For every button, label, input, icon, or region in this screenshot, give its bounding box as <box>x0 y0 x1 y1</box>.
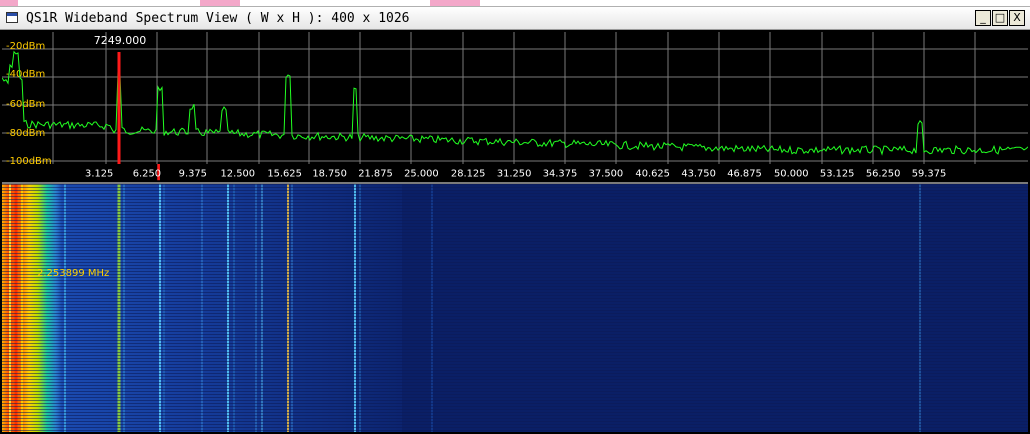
freq-label: 34.375 <box>543 169 578 180</box>
db-label: -80dBm <box>6 128 45 139</box>
freq-label: 18.750 <box>312 169 347 180</box>
freq-label: 15.625 <box>267 169 302 180</box>
db-label: -40dBm <box>6 69 45 80</box>
frequency-axis: 3.125 6.250 9.375 12.500 15.625 18.750 2… <box>2 164 1028 184</box>
waterfall-display[interactable]: 2.253899 MHz <box>2 184 1028 432</box>
minimize-button[interactable]: _ <box>975 10 991 26</box>
freq-label: 43.750 <box>681 169 716 180</box>
waterfall-noise <box>2 184 1028 432</box>
maximize-button[interactable]: □ <box>992 10 1008 26</box>
freq-label: 12.500 <box>221 169 256 180</box>
freq-label: 25.000 <box>404 169 439 180</box>
spectrum-trace <box>2 50 1028 156</box>
freq-label: 9.375 <box>179 169 207 180</box>
db-label: -20dBm <box>6 41 45 52</box>
freq-label: 46.875 <box>727 169 762 180</box>
freq-label: 21.875 <box>358 169 393 180</box>
spectrum-plot[interactable]: -20dBm -40dBm -60dBm -80dBm -100dBm 7249… <box>2 32 1028 164</box>
freq-label: 40.625 <box>635 169 670 180</box>
freq-label: 6.250 <box>133 169 161 180</box>
spectrum-trace-group <box>2 50 1028 156</box>
title-bar[interactable]: QS1R Wideband Spectrum View ( W x H ): 4… <box>0 6 1030 30</box>
freq-label: 53.125 <box>820 169 855 180</box>
spectrum-window: QS1R Wideband Spectrum View ( W x H ): 4… <box>0 0 1030 434</box>
freq-label: 59.375 <box>912 169 947 180</box>
db-label: -100dBm <box>6 156 52 164</box>
freq-label: 56.250 <box>866 169 901 180</box>
db-label: -60dBm <box>6 99 45 110</box>
freq-label: 3.125 <box>85 169 113 180</box>
freq-label: 37.500 <box>589 169 624 180</box>
waterfall-cursor-readout: 2.253899 MHz <box>37 268 109 279</box>
freq-label: 50.000 <box>774 169 809 180</box>
spectrum-grid <box>2 32 1028 164</box>
freq-label: 31.250 <box>497 169 532 180</box>
app-window-icon[interactable] <box>6 12 18 23</box>
marker-frequency-label: 7249.000 <box>94 34 147 47</box>
freq-label: 28.125 <box>451 169 486 180</box>
window-title: QS1R Wideband Spectrum View ( W x H ): 4… <box>26 11 410 26</box>
close-button[interactable]: X <box>1009 10 1025 26</box>
